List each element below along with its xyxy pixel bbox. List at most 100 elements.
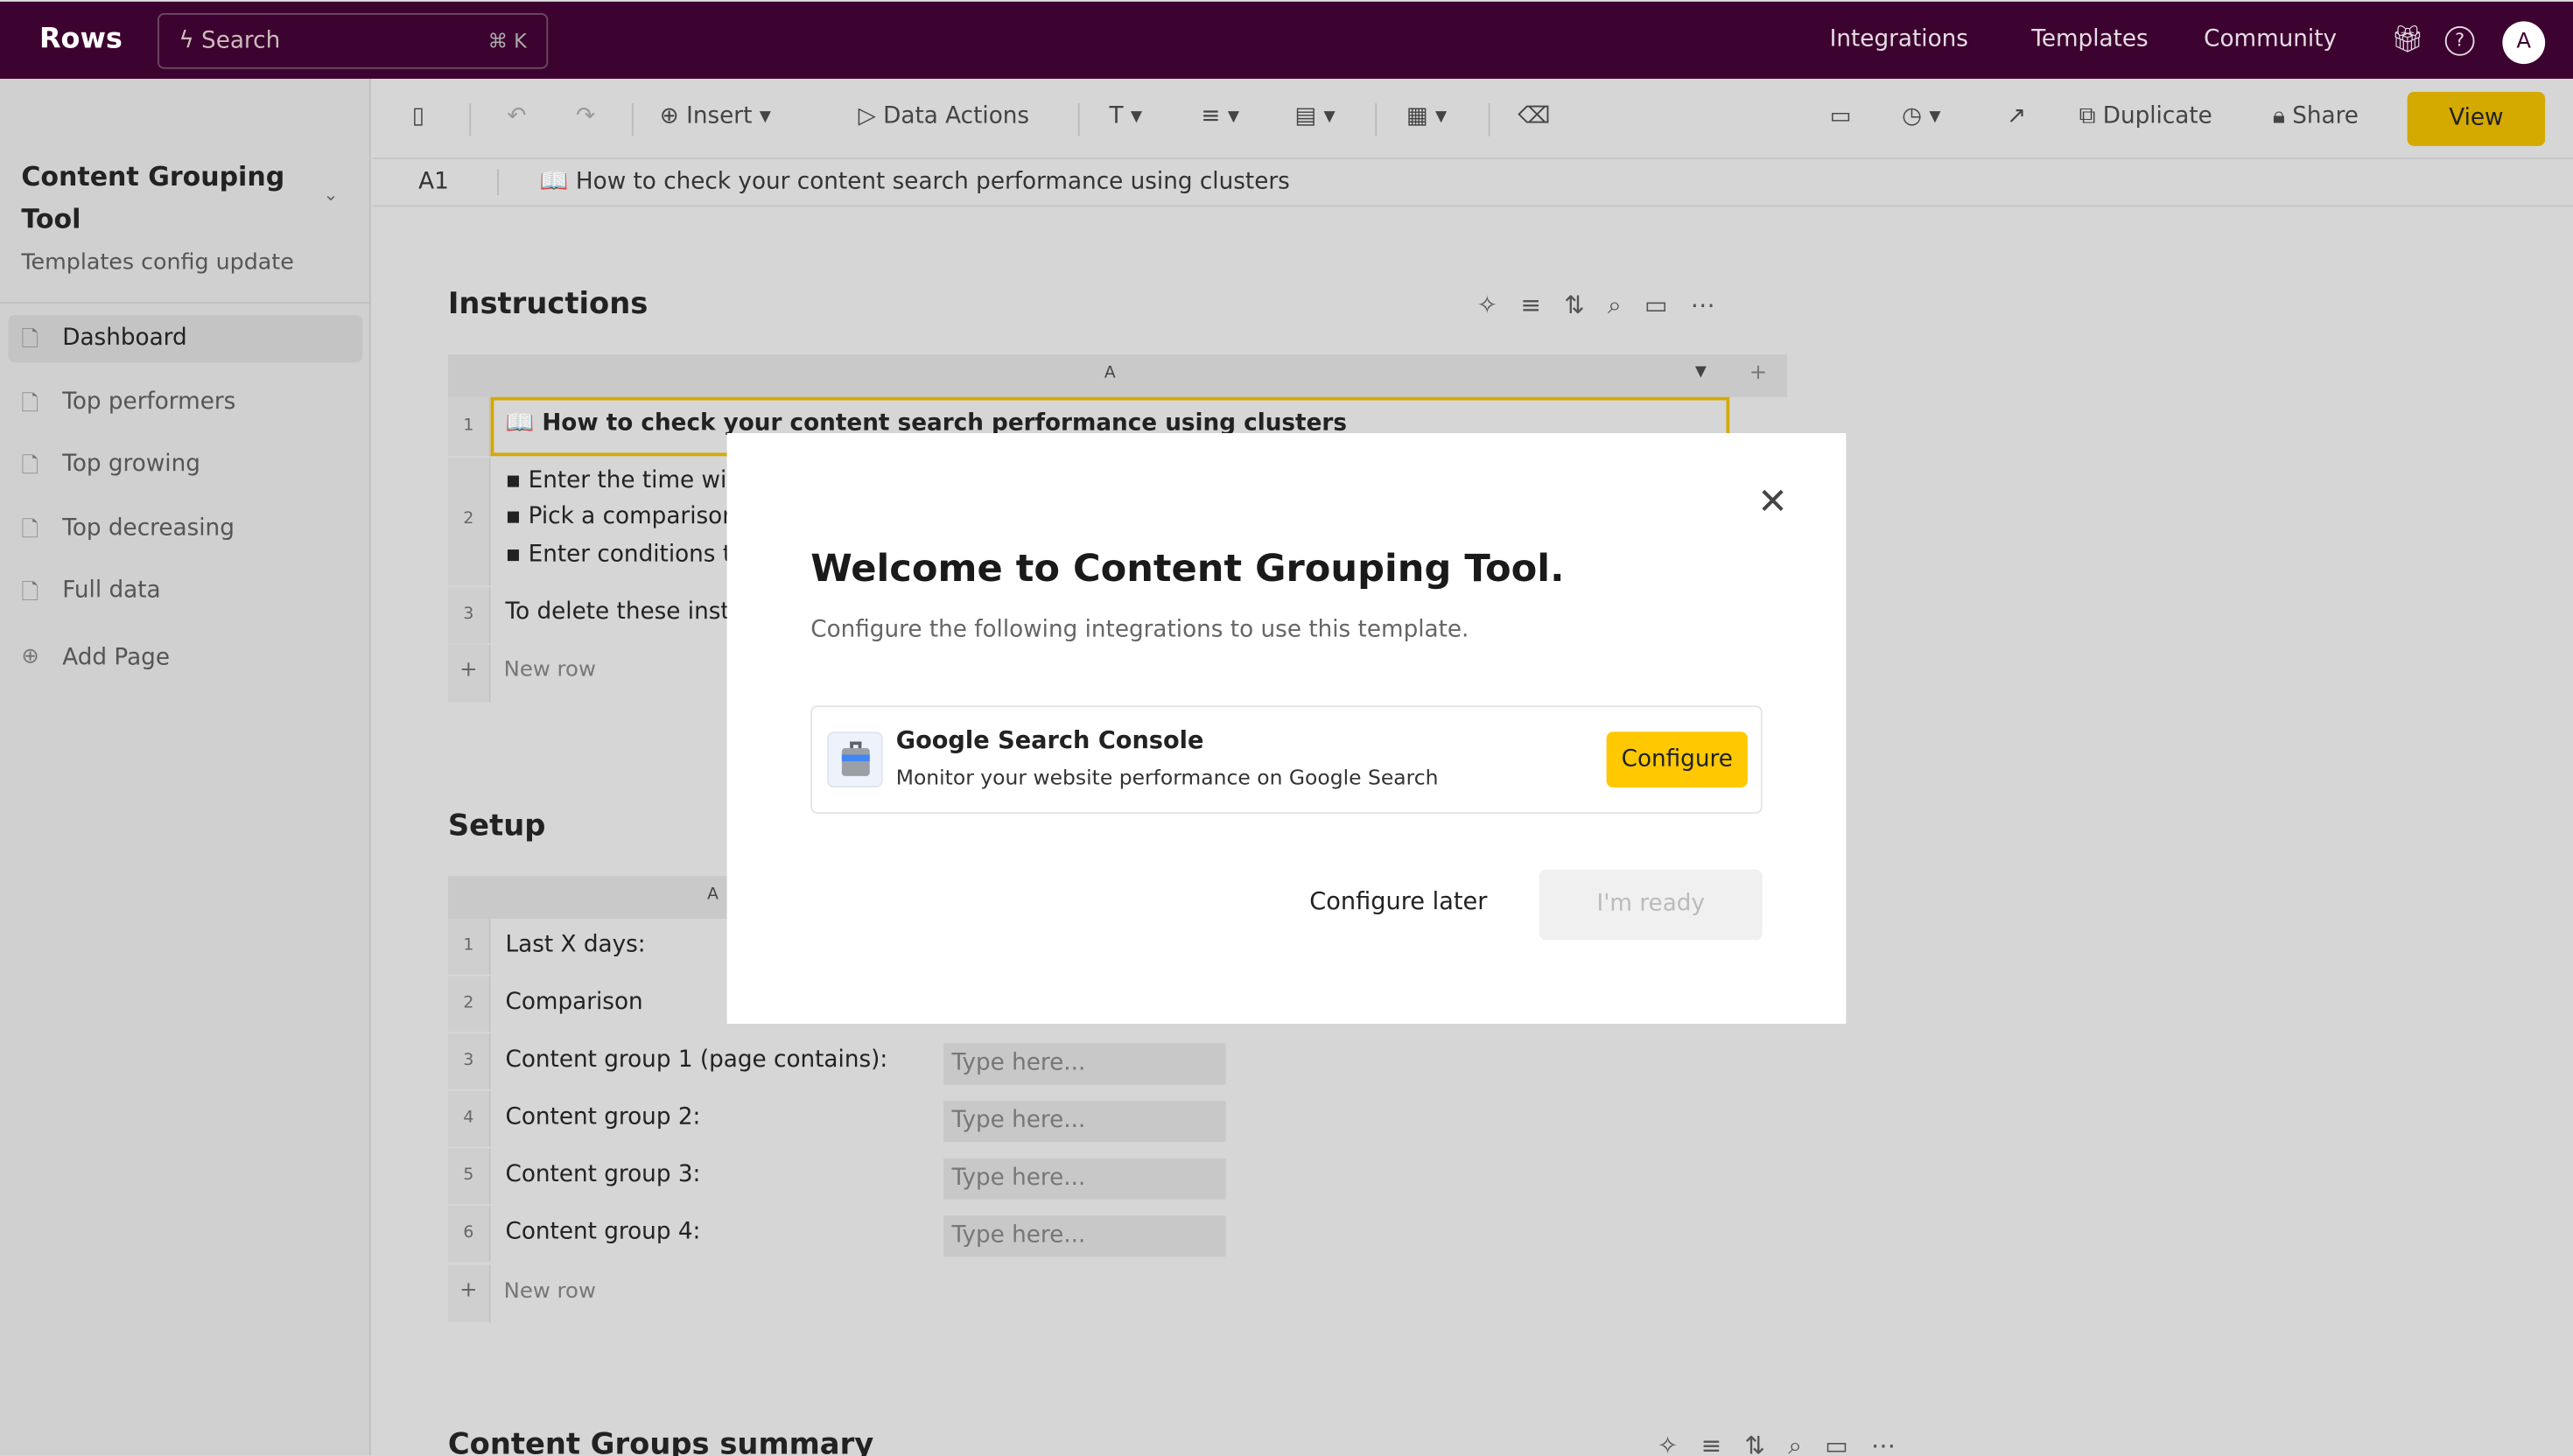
redo-icon[interactable]: ↷ [576, 103, 595, 130]
add-row-icon[interactable]: + [447, 1264, 491, 1323]
new-row-button[interactable]: New row [504, 658, 596, 682]
summary-title: Content Groups summary [447, 1427, 874, 1456]
duplicate-label: Duplicate [2102, 103, 2212, 130]
column-menu-icon[interactable]: ▼ [1695, 364, 1707, 381]
layout-icon[interactable]: ▦ ▾ [1406, 103, 1447, 130]
trend-icon[interactable]: ↗ [2007, 103, 2026, 130]
content-group-2-input[interactable]: Type here... [943, 1101, 1226, 1142]
row-number[interactable]: 3 [447, 587, 491, 643]
sidebar-item-label: Top performers [62, 388, 236, 416]
content-group-3-input[interactable]: Type here... [943, 1158, 1226, 1200]
setup-label: Content group 3: [505, 1161, 701, 1188]
view-button[interactable]: View [2407, 92, 2546, 146]
sidebar-item-label: Top growing [62, 451, 200, 478]
sidebar-item-label: Top decreasing [62, 514, 235, 542]
setup-label: Content group 4: [505, 1219, 701, 1246]
sidebar-toggle-icon[interactable]: ▯ [412, 103, 424, 130]
row-number[interactable]: 1 [447, 396, 491, 457]
formula-input[interactable]: 📖 How to check your content search perfo… [540, 169, 1290, 195]
integration-card: Google Search Console Monitor your websi… [810, 705, 1763, 814]
help-icon[interactable]: ? [2444, 26, 2475, 56]
bolt-icon: ϟ [179, 27, 202, 54]
column-header-row [447, 354, 1787, 397]
divider [0, 302, 371, 304]
page-icon: 🗋 [21, 518, 39, 543]
row-number[interactable]: 2 [447, 976, 491, 1032]
add-row-icon[interactable]: + [447, 644, 491, 703]
configure-later-button[interactable]: Configure later [1309, 889, 1487, 915]
data-actions-button[interactable]: ▷ Data Actions [859, 103, 1029, 130]
duplicate-icon: ⧉ [2079, 103, 2103, 130]
chevron-down-icon[interactable]: ⌄ [323, 184, 338, 205]
sidebar-item-top-decreasing[interactable]: 🗋 Top decreasing [8, 506, 362, 553]
toolbar: ▯ ↶ ↷ ⊕ Insert ▾ ▷ Data Actions T ▾ ≡ ▾ … [372, 79, 2573, 159]
history-icon[interactable]: ◷ ▾ [1902, 103, 1940, 130]
share-button[interactable]: 🔒︎ Share [2273, 103, 2359, 130]
search-shortcut: ⌘ K [487, 29, 527, 52]
instructions-title: Instructions [447, 287, 649, 322]
clear-format-icon[interactable]: ⌫ [1518, 103, 1550, 130]
content-group-1-input[interactable]: Type here... [943, 1043, 1226, 1085]
modal-subtitle: Configure the following integrations to … [810, 617, 1469, 643]
share-label: Share [2292, 103, 2359, 130]
row-number[interactable]: 4 [447, 1090, 491, 1147]
instruction-line[interactable]: ▪ Enter conditions t [506, 542, 733, 568]
sidebar-item-label: Full data [62, 578, 161, 604]
sidebar-item-top-growing[interactable]: 🗋 Top growing [8, 441, 362, 488]
doc-title[interactable]: Content Grouping Tool [21, 156, 300, 242]
column-header-a[interactable]: A [707, 886, 719, 905]
plus-circle-icon: ⊕ [659, 103, 687, 130]
add-page-button[interactable]: ⊕ Add Page [8, 635, 362, 682]
row-number[interactable]: 5 [447, 1148, 491, 1205]
sidebar-item-label: Dashboard [62, 325, 187, 352]
welcome-modal: ✕ Welcome to Content Grouping Tool. Conf… [726, 433, 1847, 1024]
data-actions-label: Data Actions [883, 103, 1030, 130]
row-number[interactable]: 3 [447, 1033, 491, 1089]
page-icon: 🗋 [21, 580, 39, 606]
row-number[interactable]: 2 [447, 458, 491, 586]
sidebar-item-top-performers[interactable]: 🗋 Top performers [8, 379, 362, 426]
undo-icon[interactable]: ↶ [507, 103, 526, 130]
close-icon[interactable]: ✕ [1757, 482, 1788, 523]
comment-icon[interactable]: ▭ [1830, 103, 1852, 130]
new-row-button[interactable]: New row [504, 1280, 596, 1305]
setup-label: Comparison [505, 989, 643, 1016]
setup-label: Last X days: [505, 932, 646, 958]
lock-icon: 🔒︎ [2272, 103, 2293, 130]
align-icon[interactable]: ≡ ▾ [1202, 103, 1240, 130]
instruction-line[interactable]: To delete these inst [506, 598, 730, 625]
instruction-line[interactable]: ▪ Pick a comparison [506, 504, 737, 530]
page-icon: 🗋 [21, 454, 39, 480]
page-icon: 🗋 [21, 392, 39, 417]
table-actions[interactable]: ✧≡⇅⌕▭⋯ [1658, 1431, 1919, 1456]
im-ready-button[interactable]: I'm ready [1539, 869, 1763, 941]
nav-integrations[interactable]: Integrations [1830, 26, 1968, 52]
sidebar-item-full-data[interactable]: 🗋 Full data [8, 568, 362, 615]
rows-logo[interactable]: Rows [39, 23, 123, 56]
cell-reference[interactable]: A1 [418, 169, 449, 195]
sidebar [0, 79, 371, 1456]
column-header-a[interactable]: A [1104, 364, 1116, 382]
insert-button[interactable]: ⊕ Insert ▾ [660, 103, 771, 130]
nav-community[interactable]: Community [2204, 26, 2337, 52]
gift-icon[interactable]: 🎁︎ [2391, 23, 2424, 54]
row-number[interactable]: 1 [447, 919, 491, 975]
add-column-icon[interactable]: + [1749, 361, 1767, 386]
play-circle-icon: ▷ [858, 103, 884, 130]
avatar[interactable]: A [2502, 21, 2546, 65]
doc-subtitle: Templates config update [21, 249, 294, 276]
row-number[interactable]: 6 [447, 1206, 491, 1262]
cell-format-icon[interactable]: ▤ ▾ [1294, 103, 1335, 130]
setup-label: Content group 2: [505, 1103, 701, 1130]
table-actions[interactable]: ✧≡⇅⌕▭⋯ [1477, 290, 1739, 320]
instruction-line[interactable]: ▪ Enter the time wir [506, 467, 737, 494]
search-input[interactable]: ϟ Search ⌘ K [158, 13, 549, 69]
nav-templates[interactable]: Templates [2031, 26, 2148, 52]
top-bar: Rows ϟ Search ⌘ K Integrations Templates… [0, 0, 2573, 79]
configure-button[interactable]: Configure [1606, 732, 1748, 788]
sidebar-item-dashboard[interactable]: 🗋 Dashboard [8, 315, 363, 363]
content-group-4-input[interactable]: Type here... [943, 1215, 1226, 1257]
search-placeholder: Search [201, 27, 281, 54]
duplicate-button[interactable]: ⧉ Duplicate [2079, 103, 2212, 130]
text-format-icon[interactable]: T ▾ [1110, 103, 1143, 130]
